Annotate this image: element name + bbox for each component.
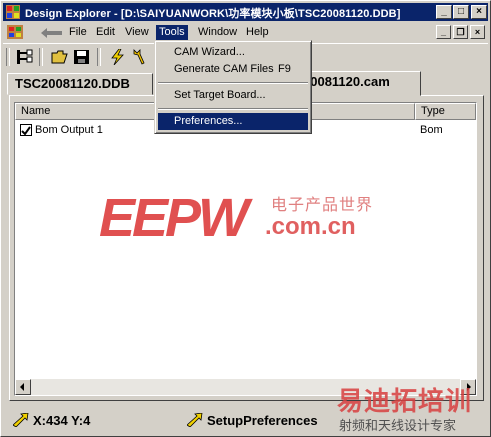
navigate-back-icon[interactable] <box>41 28 63 38</box>
menu-edit[interactable]: Edit <box>93 25 118 40</box>
watermark-site: .com.cn <box>265 213 356 240</box>
close-button[interactable]: × <box>471 5 487 19</box>
menu-window[interactable]: Window <box>195 25 240 40</box>
menu-item-label: Set Target Board... <box>174 89 266 101</box>
scroll-right-button[interactable] <box>460 379 476 395</box>
tab-cam[interactable]: 20081120.cam <box>295 71 421 96</box>
main-panel: Name Type Bom Output 1 Bom EEPW 电子产品世界 .… <box>9 95 484 401</box>
arrow-left-icon <box>20 383 24 391</box>
watermark-logo: EEPW <box>99 188 249 248</box>
child-minimize-button[interactable]: _ <box>436 25 451 39</box>
document-icon[interactable] <box>7 25 23 39</box>
menu-view[interactable]: View <box>122 25 152 40</box>
scroll-left-button[interactable] <box>15 379 31 395</box>
toolbar-separator <box>97 48 101 66</box>
minimize-button[interactable]: _ <box>436 5 452 19</box>
menu-item-generate-cam[interactable]: Generate CAM Files F9 <box>158 61 308 78</box>
item-name: Bom Output 1 <box>35 124 103 136</box>
menu-item-shortcut: F9 <box>278 63 291 75</box>
menu-tools[interactable]: Tools <box>156 25 188 40</box>
menu-item-cam-wizard[interactable]: CAM Wizard... <box>158 44 308 61</box>
horizontal-scrollbar[interactable] <box>15 379 476 395</box>
checkmark-icon <box>21 126 31 136</box>
menu-help[interactable]: Help <box>243 25 272 40</box>
item-type: Bom <box>420 124 443 136</box>
column-header-type[interactable]: Type <box>415 103 476 120</box>
command-arrow-icon <box>187 413 203 427</box>
arrow-right-icon <box>467 383 471 391</box>
open-folder-icon[interactable] <box>51 49 69 65</box>
app-window: Design Explorer - [D:\SAIYUANWORK\功率模块小板… <box>0 0 491 437</box>
file-list[interactable]: Name Type Bom Output 1 Bom EEPW 电子产品世界 .… <box>14 102 477 396</box>
child-close-button[interactable]: × <box>470 25 485 39</box>
menu-separator <box>158 82 308 84</box>
tree-view-icon[interactable] <box>15 49 33 65</box>
menu-file[interactable]: File <box>66 25 90 40</box>
title-bar[interactable]: Design Explorer - [D:\SAIYUANWORK\功率模块小板… <box>3 3 488 21</box>
tools-menu-dropdown: CAM Wizard... Generate CAM Files F9 Set … <box>154 40 312 134</box>
window-title: Design Explorer - [D:\SAIYUANWORK\功率模块小板… <box>25 8 401 20</box>
cursor-arrow-icon <box>13 413 29 427</box>
status-bar: X:434 Y:4 SetupPreferences <box>3 407 488 433</box>
toolbar-grip <box>6 48 10 66</box>
wrench-icon[interactable] <box>131 49 149 65</box>
app-icon <box>6 5 20 19</box>
child-restore-button[interactable]: ❐ <box>453 25 468 39</box>
tab-cam-label: 20081120.cam <box>303 74 390 89</box>
menu-separator <box>158 108 308 110</box>
toolbar-separator <box>39 48 43 66</box>
maximize-button[interactable]: □ <box>453 5 469 19</box>
tab-ddb[interactable]: TSC20081120.DDB <box>7 73 153 95</box>
save-icon[interactable] <box>73 49 91 65</box>
status-message: SetupPreferences <box>207 413 318 428</box>
menu-item-preferences[interactable]: Preferences... <box>158 113 308 130</box>
menu-item-label: CAM Wizard... <box>174 46 245 58</box>
cursor-coordinates: X:434 Y:4 <box>33 413 91 428</box>
menu-item-label: Generate CAM Files <box>174 63 274 75</box>
run-icon[interactable] <box>109 49 127 65</box>
menu-item-set-target-board[interactable]: Set Target Board... <box>158 87 308 104</box>
item-checkbox[interactable] <box>20 124 32 136</box>
watermark-tagline: 电子产品世界 <box>271 197 374 214</box>
menu-item-label: Preferences... <box>174 115 243 127</box>
